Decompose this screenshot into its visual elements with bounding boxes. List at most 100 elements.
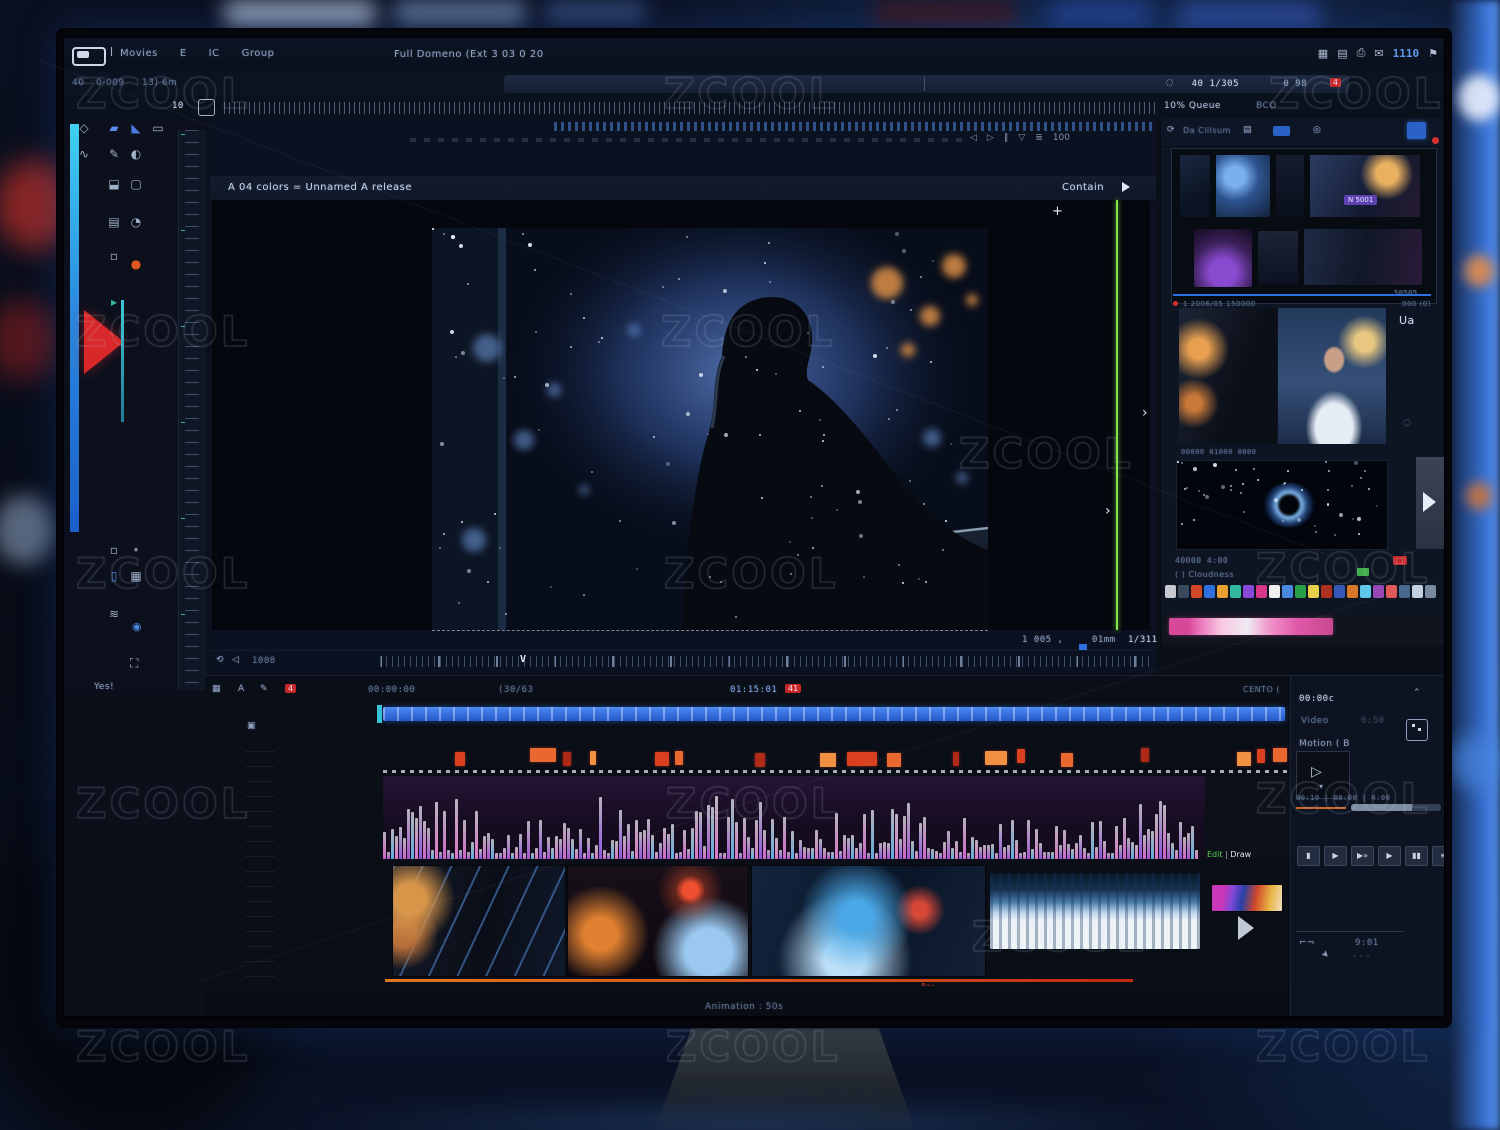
play-outline-icon[interactable] (1423, 492, 1436, 512)
effect-chip[interactable] (1321, 585, 1332, 598)
clip-fragment[interactable] (1273, 748, 1287, 762)
effects-strip[interactable] (1165, 583, 1443, 599)
clip-fragment[interactable] (1141, 748, 1149, 762)
clip-fragment[interactable] (530, 748, 556, 762)
chip-tool-icon[interactable]: ▫ (106, 542, 122, 558)
clip-fragment[interactable] (1017, 749, 1025, 763)
media-thumb[interactable] (1194, 229, 1252, 287)
clip-fragment[interactable] (1237, 752, 1251, 766)
pen-icon[interactable]: ✎ (260, 684, 268, 694)
effect-chip[interactable] (1269, 585, 1280, 598)
pin-button[interactable] (1406, 719, 1428, 741)
media-thumb[interactable] (1276, 155, 1304, 217)
stamp-tool-icon[interactable]: ▫ (106, 248, 122, 264)
motion-preview-box[interactable]: ▷ ▾ (1296, 751, 1350, 799)
clip-fragment[interactable] (590, 751, 596, 765)
step-back-icon[interactable]: ◁ (232, 655, 239, 665)
video-clip-3[interactable] (752, 866, 985, 976)
clip-fragment[interactable] (455, 752, 465, 766)
film-tool-icon[interactable]: ▰ (106, 120, 122, 136)
effect-chip[interactable] (1360, 585, 1371, 598)
crop-tool-icon[interactable]: ⬓ (106, 176, 122, 192)
media-thumb[interactable] (1304, 229, 1422, 285)
clip-fragment[interactable] (655, 752, 669, 766)
snap-toggle-icon[interactable] (198, 99, 215, 116)
play-next-button[interactable]: ▶» (1351, 846, 1374, 866)
timeline-blue-ruler[interactable] (383, 707, 1285, 721)
clip-fragment[interactable] (755, 753, 765, 767)
source-clip-thumb[interactable] (1179, 308, 1277, 444)
preview-control-0[interactable]: ◁ (970, 133, 977, 143)
edit-mode-label[interactable]: Edit | Draw (1207, 850, 1251, 859)
menu-item-e[interactable]: E (180, 48, 187, 59)
browser-play-panel[interactable] (1416, 457, 1444, 549)
clip-fragment[interactable] (953, 752, 959, 766)
grid-view-icon[interactable]: ▤ (1243, 125, 1252, 135)
preview-control-2[interactable]: ‖ (1004, 133, 1009, 143)
frame-tool-icon[interactable]: ▢ (128, 176, 144, 192)
media-thumb[interactable] (1180, 155, 1210, 217)
effect-chip[interactable] (1204, 585, 1215, 598)
record-dot-icon[interactable]: ◉ (132, 620, 142, 633)
effect-chip[interactable] (1178, 585, 1189, 598)
video-clip-4[interactable] (990, 873, 1200, 949)
clip-fragment[interactable] (563, 752, 571, 766)
edit-mode-a[interactable]: Edit (1207, 850, 1223, 859)
timeline-play-outline-icon[interactable] (1238, 916, 1254, 940)
video-clip-2[interactable] (568, 866, 748, 976)
media-thumb[interactable] (1216, 155, 1270, 217)
play-small-icon[interactable]: ▸ (106, 294, 122, 310)
wand-tool-icon[interactable]: ᛭ (128, 542, 144, 558)
effect-chip[interactable] (1282, 585, 1293, 598)
grid-small-icon[interactable]: ▦ (128, 568, 144, 584)
meter-tool-icon[interactable]: ≋ (106, 606, 122, 622)
media-thumb[interactable] (1258, 231, 1298, 285)
bracket-icon[interactable]: ⌐¬ (1299, 938, 1315, 948)
play-2-button[interactable]: ▶ (1378, 846, 1401, 866)
preview-control-4[interactable]: ≣ (1035, 133, 1043, 143)
audio-waveform-track[interactable] (383, 776, 1205, 859)
pen-tool-icon[interactable]: ✎ (106, 146, 122, 162)
collapse-icon[interactable]: ⌃ (1413, 688, 1421, 698)
clip-fragment[interactable] (675, 751, 683, 765)
color-swatch-clip[interactable] (1212, 885, 1282, 911)
big-play-icon[interactable] (84, 310, 124, 374)
media-thumb[interactable] (1310, 155, 1420, 217)
mask-tool-icon[interactable]: ◐ (128, 146, 144, 162)
flag-icon[interactable]: ⚑ (1428, 47, 1438, 60)
id-tool-icon[interactable]: ▯ (106, 568, 122, 584)
video-stage[interactable]: + › › (212, 200, 1150, 630)
preview-control-3[interactable]: ▽ (1018, 133, 1025, 143)
refresh-icon[interactable]: ⟳ (1167, 125, 1175, 135)
effect-chip[interactable] (1217, 585, 1228, 598)
property-value[interactable]: 0:50 (1361, 716, 1385, 726)
effect-chip[interactable] (1243, 585, 1254, 598)
effect-chip[interactable] (1347, 585, 1358, 598)
track-head-icon[interactable]: ▣ (247, 721, 256, 731)
filter-chip[interactable] (1273, 126, 1290, 136)
effect-chip[interactable] (1425, 585, 1436, 598)
pause-button[interactable]: ▮ (1297, 846, 1320, 866)
mail-icon[interactable]: ✉ (1374, 47, 1383, 60)
save-icon[interactable]: ▤ (1337, 47, 1347, 60)
menu-item-ic[interactable]: IC (209, 48, 220, 59)
ramp-tool-icon[interactable]: ◣ (128, 120, 144, 136)
page-tool-icon[interactable]: ▤ (106, 214, 122, 230)
play-button[interactable]: ▶ (1324, 846, 1347, 866)
flame-tool-icon[interactable]: ● (128, 256, 144, 272)
text-tool-icon[interactable]: A (238, 684, 245, 694)
effect-chip[interactable] (1295, 585, 1306, 598)
refresh-icon[interactable]: ◌ (1166, 78, 1174, 88)
effect-chip[interactable] (1230, 585, 1241, 598)
chevron-right-icon-2[interactable]: › (1105, 503, 1111, 519)
loop-icon[interactable]: ⟲ (216, 655, 224, 665)
effect-chip[interactable] (1165, 585, 1176, 598)
scrub-marker[interactable]: V (520, 654, 526, 665)
edit-mode-b[interactable]: Draw (1230, 850, 1251, 859)
effect-chip[interactable] (1334, 585, 1345, 598)
timeline-ruler-top[interactable]: 10 10% Queue BCO (64, 96, 1444, 119)
effect-chip[interactable] (1191, 585, 1202, 598)
circle-icon[interactable]: ◎ (1313, 125, 1321, 135)
disc-tool-icon[interactable]: ▭ (150, 120, 166, 136)
printer-icon[interactable]: ⎙ (1357, 46, 1366, 60)
